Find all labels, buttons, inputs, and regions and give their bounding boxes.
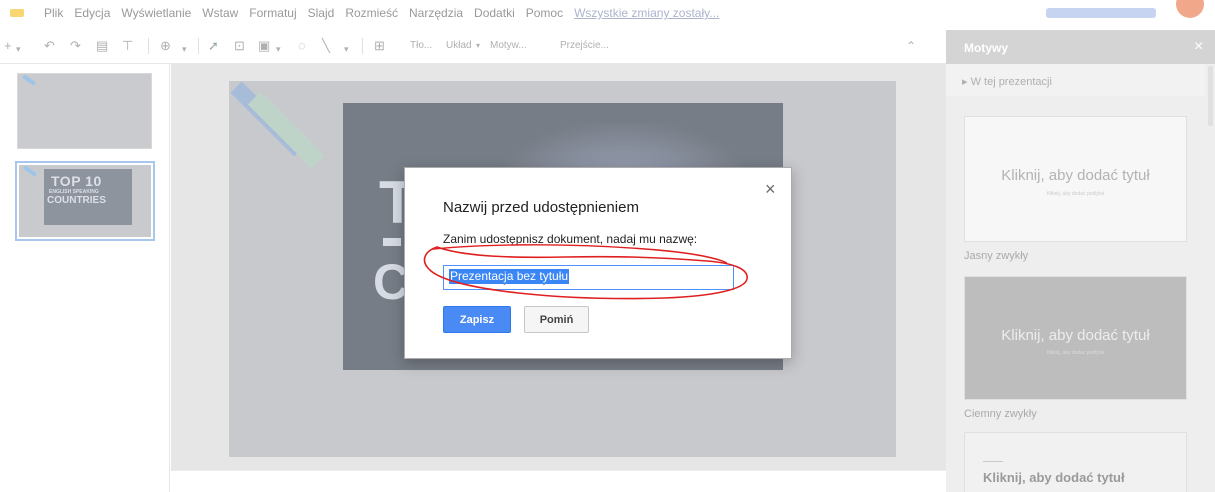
image-icon[interactable]: ▣	[258, 38, 270, 54]
theme-card-title: Kliknij, aby dodać tytuł	[983, 470, 1125, 485]
text-box-icon[interactable]: ⊡	[234, 38, 245, 54]
slide-filmstrip: TOP 10 ENGLISH SPEAKING COUNTRIES	[0, 64, 170, 492]
zoom-dropdown-icon[interactable]: ▾	[182, 41, 187, 57]
close-icon[interactable]: ×	[765, 180, 776, 198]
skip-button[interactable]: Pomiń	[524, 306, 589, 333]
slide-thumbnail-2[interactable]: TOP 10 ENGLISH SPEAKING COUNTRIES	[15, 161, 155, 241]
theme-card-accent-line	[983, 461, 1003, 462]
theme-name-light: Jasny zwykły	[964, 250, 1029, 262]
collapse-toolbar-icon[interactable]: ⌃	[906, 38, 916, 54]
themes-section-header[interactable]: ▸ W tej prezentacji	[946, 64, 1205, 96]
themes-panel-title: Motywy	[964, 41, 1009, 55]
share-button[interactable]	[1046, 8, 1156, 18]
slide-image-mark	[383, 238, 401, 246]
themes-panel: Motywy × ▸ W tej prezentacji Kliknij, ab…	[946, 30, 1215, 492]
theme-card-title: Kliknij, aby dodać tytuł	[1001, 167, 1150, 184]
scrollbar[interactable]	[1208, 66, 1213, 126]
theme-card-light[interactable]: Kliknij, aby dodać tytuł Kliknij, aby do…	[964, 116, 1187, 242]
toolbar-divider	[362, 38, 363, 54]
menu-view[interactable]: Wyświetlanie	[121, 6, 191, 20]
toolbar-divider	[148, 38, 149, 54]
theme-button[interactable]: Motyw...	[490, 40, 527, 51]
slides-logo-icon[interactable]	[10, 9, 24, 17]
theme-card-subtitle: Kliknij, aby dodać podtytuł	[1046, 191, 1105, 197]
menu-insert[interactable]: Wstaw	[202, 6, 238, 20]
thumbnail-title-2: COUNTRIES	[47, 195, 106, 206]
menu-bar: Plik Edycja Wyświetlanie Wstaw Formatuj …	[0, 0, 1215, 28]
toolbar: + ▾ ↶ ↷ ▤ ⊤ ⊕ ▾ ➚ ⊡ ▣ ▾ ◌ ╲ ▾ ⊞ Tło... U…	[0, 28, 946, 64]
menu-format[interactable]: Formatuj	[249, 6, 296, 20]
menu-help[interactable]: Pomoc	[526, 6, 563, 20]
theme-card-dark[interactable]: Kliknij, aby dodać tytuł Kliknij, aby do…	[964, 276, 1187, 400]
layout-button[interactable]: Układ	[446, 40, 472, 51]
zoom-icon[interactable]: ⊕	[160, 38, 171, 54]
red-annotation-ellipse	[423, 244, 748, 300]
menu-arrange[interactable]: Rozmieść	[345, 6, 398, 20]
select-cursor-icon[interactable]: ➚	[208, 38, 219, 54]
dialog-title: Nazwij przed udostępnieniem	[443, 199, 639, 216]
shape-icon[interactable]: ◌	[298, 38, 306, 54]
menu-slide[interactable]: Slajd	[308, 6, 335, 20]
line-dropdown-icon[interactable]: ▾	[344, 41, 349, 57]
themes-section-label: ▸ W tej prezentacji	[962, 76, 1052, 88]
speaker-notes-bar[interactable]	[171, 470, 946, 492]
undo-icon[interactable]: ↶	[44, 38, 55, 54]
avatar[interactable]	[1176, 0, 1204, 18]
decorative-stripe	[22, 74, 36, 86]
thumbnail-title: TOP 10	[51, 173, 102, 189]
toolbar-divider	[198, 38, 199, 54]
menu-edit[interactable]: Edycja	[74, 6, 110, 20]
paint-format-icon[interactable]: ⊤	[122, 38, 133, 54]
theme-name-dark: Ciemny zwykły	[964, 408, 1037, 420]
add-comment-icon[interactable]: ⊞	[374, 38, 385, 54]
saved-status-link[interactable]: Wszystkie zmiany zostały...	[574, 6, 719, 20]
background-button[interactable]: Tło...	[410, 40, 432, 51]
menu-file[interactable]: Plik	[44, 6, 63, 20]
theme-card-title: Kliknij, aby dodać tytuł	[1001, 327, 1150, 344]
new-slide-dropdown-icon[interactable]: ▾	[16, 41, 21, 57]
themes-panel-header: Motywy ×	[946, 30, 1215, 64]
menu-addons[interactable]: Dodatki	[474, 6, 515, 20]
line-icon[interactable]: ╲	[322, 38, 330, 54]
save-button[interactable]: Zapisz	[443, 306, 511, 333]
menu-items: Plik Edycja Wyświetlanie Wstaw Formatuj …	[44, 6, 730, 20]
transition-button[interactable]: Przejście...	[560, 40, 609, 51]
decorative-stripe	[247, 91, 325, 169]
close-icon[interactable]: ×	[1194, 39, 1203, 55]
decorative-stripe	[23, 165, 37, 177]
print-icon[interactable]: ▤	[96, 38, 108, 54]
themes-section-text: W tej prezentacji	[970, 76, 1052, 88]
new-slide-icon[interactable]: +	[4, 38, 12, 54]
layout-dropdown-icon[interactable]: ▾	[476, 41, 480, 50]
redo-icon[interactable]: ↷	[70, 38, 81, 54]
image-dropdown-icon[interactable]: ▾	[276, 41, 281, 57]
theme-card-third[interactable]: Kliknij, aby dodać tytuł	[964, 432, 1187, 492]
slide-thumbnail-2-content: TOP 10 ENGLISH SPEAKING COUNTRIES	[19, 165, 151, 237]
menu-tools[interactable]: Narzędzia	[409, 6, 463, 20]
slide-thumbnail-1[interactable]	[17, 73, 152, 149]
theme-card-subtitle: Kliknij, aby dodać podtytuł	[1046, 350, 1105, 356]
